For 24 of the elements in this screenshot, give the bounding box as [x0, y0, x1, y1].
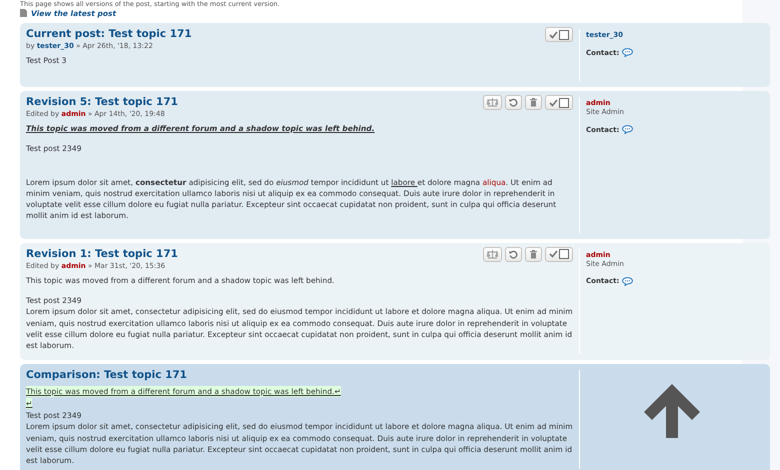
delete-button[interactable] — [525, 95, 542, 110]
restore-icon — [509, 250, 518, 259]
post-title[interactable]: Revision 5: Test topic 171 — [26, 95, 178, 109]
up-arrow-icon — [642, 382, 702, 438]
post-title[interactable]: Comparison: Test topic 171 — [26, 368, 187, 382]
chat-bubble-icon[interactable] — [622, 125, 634, 134]
post-title[interactable]: Revision 1: Test topic 171 — [26, 246, 178, 261]
chat-bubble-icon[interactable] — [622, 276, 634, 286]
scales-icon — [487, 250, 498, 259]
scales-icon — [487, 98, 498, 107]
delete-button[interactable] — [525, 246, 542, 262]
post-title[interactable]: Current post: Test topic 171 — [26, 27, 192, 41]
restore-button[interactable] — [505, 95, 522, 110]
select-checkbox[interactable] — [545, 95, 573, 110]
document-icon — [20, 9, 27, 17]
compare-button[interactable] — [483, 95, 502, 110]
select-checkbox[interactable] — [545, 27, 573, 42]
compare-button[interactable] — [483, 246, 502, 262]
trash-icon — [530, 98, 537, 107]
chat-bubble-icon[interactable] — [622, 48, 634, 57]
trash-icon — [530, 250, 537, 259]
select-checkbox[interactable] — [545, 246, 573, 262]
restore-icon — [509, 98, 518, 107]
restore-button[interactable] — [505, 246, 522, 262]
